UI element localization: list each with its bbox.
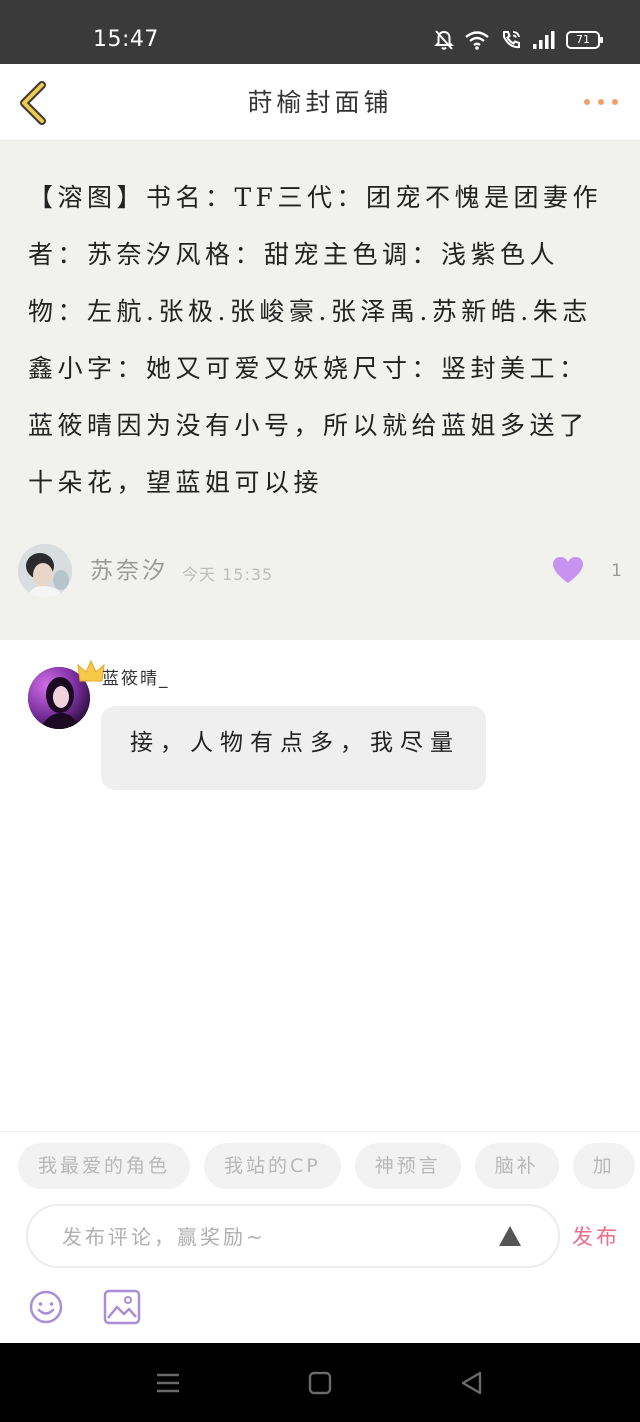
- more-dots-icon: [584, 99, 590, 105]
- topic-chip-row: 我最爱的角色 我站的CP 神预言 脑补加: [18, 1143, 640, 1189]
- author-name[interactable]: 苏奈汐: [90, 556, 168, 586]
- emoji-icon[interactable]: [28, 1289, 64, 1325]
- topic-chip[interactable]: 我站的CP: [204, 1143, 341, 1189]
- battery-icon: 71: [566, 31, 603, 49]
- avatar-image: [18, 544, 72, 598]
- publish-button[interactable]: 发布: [572, 1224, 620, 1250]
- home-square-icon[interactable]: [306, 1370, 334, 1396]
- more-button[interactable]: [584, 94, 618, 110]
- comment-input-box: [26, 1204, 560, 1268]
- back-triangle-icon[interactable]: [458, 1370, 486, 1396]
- post-area: 【溶图】书名：TF三代：团宠不愧是团妻作者：苏奈汐风格：甜宠主色调：浅紫色人物：…: [0, 141, 640, 640]
- commenter-name[interactable]: 蓝筱晴_: [102, 668, 170, 690]
- author-avatar[interactable]: [18, 544, 72, 598]
- post-time: 今天 15:35: [182, 565, 274, 584]
- topic-chip[interactable]: 加: [572, 1143, 635, 1189]
- app-header: 莳榆封面铺: [0, 64, 640, 141]
- image-icon[interactable]: [103, 1289, 141, 1325]
- more-dot: [612, 99, 618, 105]
- like-button[interactable]: [552, 556, 584, 584]
- like-count: 1: [611, 561, 622, 581]
- status-bar: 15:47 71: [0, 0, 640, 64]
- send-arrow-icon[interactable]: [498, 1225, 522, 1247]
- system-nav-bar: [0, 1343, 640, 1422]
- comment-bubble: 接，人物有点多，我尽量: [101, 706, 486, 790]
- heart-icon: [553, 557, 583, 583]
- more-dot: [598, 99, 604, 105]
- comment-input[interactable]: [62, 1222, 482, 1252]
- wifi-icon: [465, 31, 489, 50]
- post-author-row: 苏奈汐 今天 15:35 1: [18, 544, 622, 598]
- wifi-call-icon: [503, 31, 520, 49]
- comment-item: 蓝筱晴_ 接，人物有点多，我尽量: [0, 640, 640, 800]
- signal-icon: [533, 31, 555, 49]
- topic-chip[interactable]: 脑补: [474, 1143, 559, 1189]
- comment-composer: 我最爱的角色 我站的CP 神预言 脑补加 发布: [0, 1131, 640, 1343]
- menu-icon[interactable]: [154, 1370, 182, 1396]
- topic-chip[interactable]: 我最爱的角色: [18, 1143, 191, 1189]
- status-icons: 71: [434, 28, 603, 52]
- page-title: 莳榆封面铺: [247, 88, 393, 117]
- topic-chip[interactable]: 神预言: [354, 1143, 461, 1189]
- status-time: 15:47: [93, 27, 159, 52]
- post-content: 【溶图】书名：TF三代：团宠不愧是团妻作者：苏奈汐风格：甜宠主色调：浅紫色人物：…: [28, 183, 603, 497]
- mute-bell-icon: [434, 30, 454, 50]
